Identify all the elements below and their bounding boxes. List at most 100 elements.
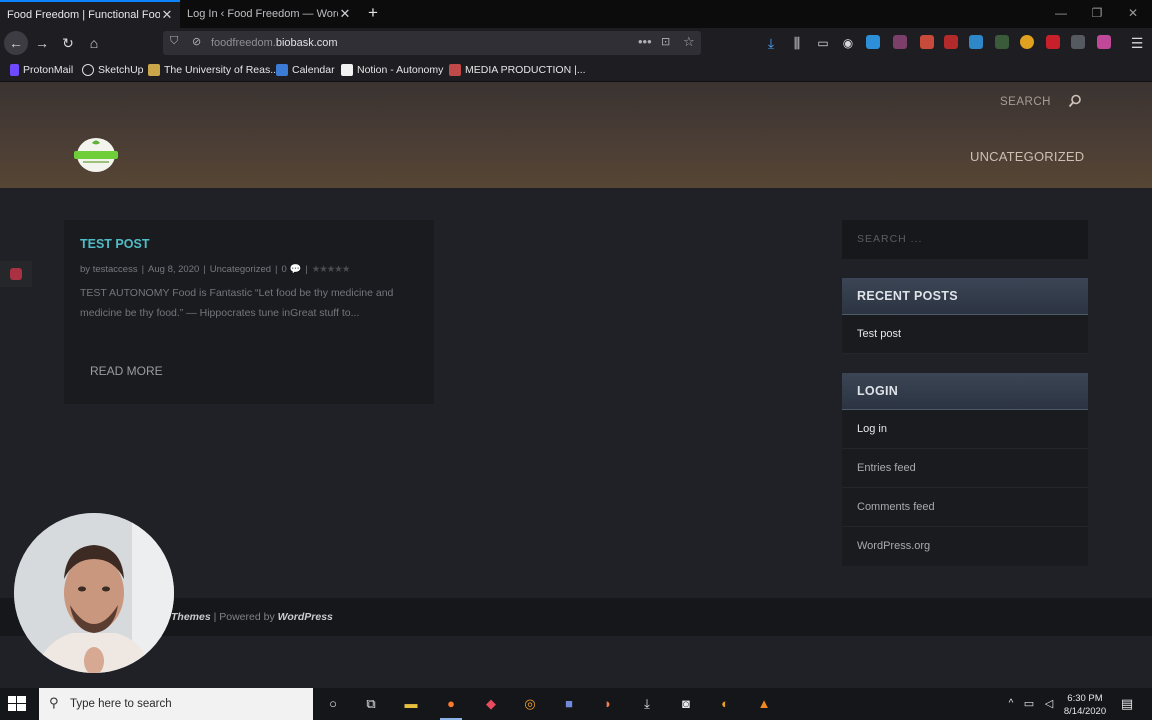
close-tab-icon[interactable]: ✕: [338, 6, 352, 22]
tab-title: Log In ‹ Food Freedom — WordPre: [187, 8, 338, 20]
browser-tab-bar: Food Freedom | Functional Food So ✕ Log …: [0, 0, 1152, 28]
extension-icon[interactable]: [1046, 35, 1060, 49]
download-icon[interactable]: ⤓: [638, 695, 656, 713]
shield-icon[interactable]: ⛉: [170, 35, 178, 48]
log-in-link[interactable]: Log in: [857, 423, 887, 435]
page-actions-icon[interactable]: •••: [638, 34, 652, 49]
tab-title: Food Freedom | Functional Food So: [7, 9, 160, 21]
notification-icon[interactable]: ▤: [1118, 695, 1136, 713]
volume-icon[interactable]: ◁: [1040, 695, 1058, 713]
taskbar-search-box[interactable]: ⚲ Type here to search: [39, 688, 313, 720]
app-icon[interactable]: ◐: [716, 695, 734, 713]
blender-icon[interactable]: ◎: [521, 695, 539, 713]
chevron-up-icon[interactable]: ^: [1002, 695, 1020, 713]
floating-side-tab[interactable]: [0, 261, 32, 287]
powered-by-text: | Powered by: [210, 611, 278, 623]
recent-post-item[interactable]: Test post: [842, 315, 1088, 354]
network-icon[interactable]: ▭: [1020, 695, 1038, 713]
bookmark-protonmail[interactable]: ProtonMail: [10, 63, 73, 77]
close-window-icon[interactable]: ✕: [1126, 6, 1140, 20]
app-icon[interactable]: ◙: [677, 695, 695, 713]
bookmark-notion[interactable]: Notion - Autonomy: [341, 63, 443, 77]
bookmark-label: Calendar: [292, 64, 335, 76]
read-more-link[interactable]: READ MORE: [90, 364, 163, 378]
search-placeholder: SEARCH ...: [857, 233, 923, 245]
bookmark-sketchup[interactable]: SketchUp: [82, 63, 144, 77]
pocket-icon[interactable]: ⊡: [661, 35, 670, 48]
clock-date: 8/14/2020: [1063, 706, 1107, 717]
tab-food-freedom[interactable]: Food Freedom | Functional Food So ✕: [0, 0, 180, 28]
themes-link[interactable]: Themes: [171, 611, 211, 623]
sidebar-icon[interactable]: ▭: [813, 33, 833, 53]
widget-title: LOGIN: [857, 384, 899, 398]
footer-credits: Themes | Powered by WordPress: [171, 611, 333, 623]
reload-icon[interactable]: ↻: [58, 33, 78, 53]
tab-login[interactable]: Log In ‹ Food Freedom — WordPre ✕: [180, 0, 358, 28]
system-clock[interactable]: 6:30 PM 8/14/2020: [1060, 692, 1110, 718]
entries-feed-row[interactable]: Entries feed: [842, 449, 1088, 488]
bookmark-media-production[interactable]: MEDIA PRODUCTION |...: [449, 63, 586, 77]
file-explorer-icon[interactable]: ▬: [402, 695, 420, 713]
nav-uncategorized[interactable]: UNCATEGORIZED: [970, 149, 1084, 164]
new-tab-icon[interactable]: +: [364, 4, 382, 22]
extension-icon[interactable]: [1097, 35, 1111, 49]
windows-start-icon[interactable]: [8, 696, 26, 712]
extension-icon[interactable]: [920, 35, 934, 49]
back-icon[interactable]: ←: [4, 31, 28, 55]
site-logo[interactable]: [73, 137, 119, 173]
comment-count[interactable]: 0: [282, 264, 287, 275]
firefox-icon[interactable]: ●: [440, 695, 462, 720]
menu-icon[interactable]: ☰: [1127, 33, 1147, 53]
taskbar-search-placeholder: Type here to search: [70, 698, 172, 710]
login-link-row[interactable]: Log in: [842, 410, 1088, 449]
header-search-field[interactable]: SEARCH: [1000, 96, 1051, 108]
recent-post-link[interactable]: Test post: [857, 328, 901, 340]
post-excerpt: TEST AUTONOMY Food is Fantastic “Let foo…: [80, 287, 394, 319]
post-title[interactable]: TEST POST: [80, 237, 149, 251]
wordpress-link[interactable]: WordPress: [278, 611, 333, 623]
bookmark-label: SketchUp: [98, 64, 144, 76]
cortana-icon[interactable]: ○: [324, 695, 342, 713]
app-icon[interactable]: ◗: [599, 695, 617, 713]
bookmark-university[interactable]: The University of Reas...: [148, 63, 279, 77]
browser-toolbar: ← → ↻ ⌂ ⛉ ⊘ foodfreedom.biobask.com ••• …: [0, 28, 1152, 58]
wordpress-org-link[interactable]: WordPress.org: [857, 540, 930, 552]
extension-icon[interactable]: [866, 35, 880, 49]
post-author-link[interactable]: testaccess: [93, 264, 138, 275]
bookmark-calendar[interactable]: Calendar: [276, 63, 335, 77]
extension-icon[interactable]: [893, 35, 907, 49]
task-view-icon[interactable]: ⧉: [362, 695, 380, 713]
extension-icon[interactable]: [1020, 35, 1034, 49]
comments-feed-link[interactable]: Comments feed: [857, 501, 935, 513]
globe-icon: [82, 64, 94, 76]
extension-icon[interactable]: [969, 35, 983, 49]
ublock-icon[interactable]: [944, 35, 958, 49]
extension-icon[interactable]: [995, 35, 1009, 49]
wordpress-org-row[interactable]: WordPress.org: [842, 527, 1088, 566]
restore-icon[interactable]: ❐: [1090, 6, 1104, 20]
widget-title: RECENT POSTS: [857, 289, 958, 303]
vlc-icon[interactable]: ▲: [755, 695, 773, 713]
entries-feed-link[interactable]: Entries feed: [857, 462, 916, 474]
comments-feed-row[interactable]: Comments feed: [842, 488, 1088, 527]
discord-icon[interactable]: ■: [560, 695, 578, 713]
url-bar[interactable]: ⛉ ⊘ foodfreedom.biobask.com ••• ⊡ ☆: [163, 31, 701, 55]
home-icon[interactable]: ⌂: [84, 33, 104, 53]
calendar-icon: [276, 64, 288, 76]
close-tab-icon[interactable]: ✕: [160, 7, 174, 23]
minimize-icon[interactable]: —: [1054, 6, 1068, 20]
post-card: TEST POST by testaccess | Aug 8, 2020 | …: [64, 220, 434, 404]
post-category-link[interactable]: Uncategorized: [210, 264, 271, 275]
sidebar-search-input[interactable]: SEARCH ...: [842, 220, 1088, 259]
site-header: SEARCH UNCATEGORIZED: [0, 82, 1152, 188]
lock-icon[interactable]: ⊘: [192, 35, 201, 48]
downloads-icon[interactable]: ⤓: [761, 33, 781, 53]
library-icon[interactable]: ⫼: [787, 33, 807, 53]
extension-icon[interactable]: [1071, 35, 1085, 49]
bookmark-star-icon[interactable]: ☆: [683, 34, 695, 50]
account-icon[interactable]: ◉: [838, 33, 858, 53]
forward-icon[interactable]: →: [32, 33, 52, 53]
app-icon[interactable]: ◆: [482, 695, 500, 713]
search-icon[interactable]: [1068, 94, 1082, 108]
bookmark-label: ProtonMail: [23, 64, 74, 76]
